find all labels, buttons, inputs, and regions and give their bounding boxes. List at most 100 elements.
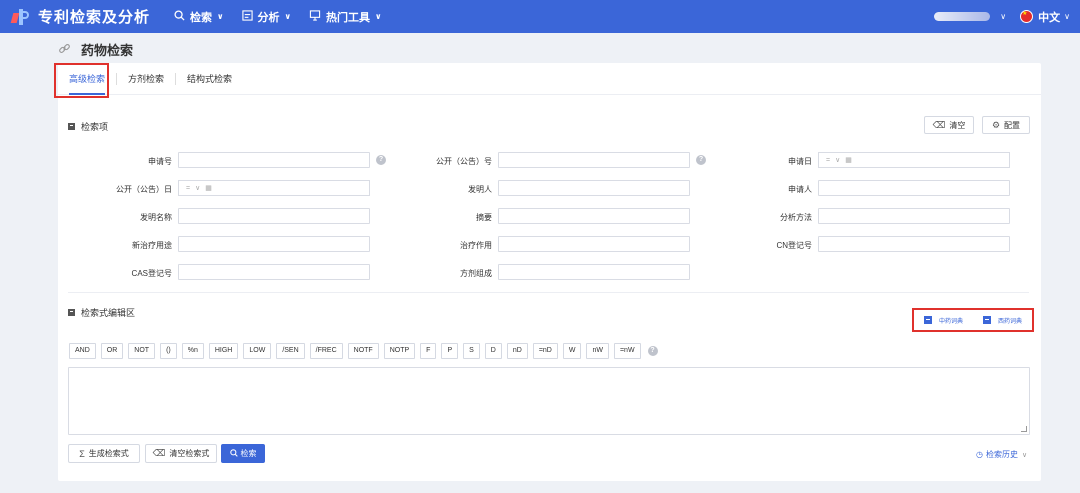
- applicant-input[interactable]: [818, 180, 1010, 196]
- label-formula-composition: 方剂组成: [460, 269, 492, 278]
- chevron-down-icon[interactable]: ∨: [1000, 12, 1006, 21]
- op-percent-n[interactable]: %n: [181, 343, 204, 359]
- op-low[interactable]: LOW: [243, 343, 272, 359]
- section-divider: [68, 292, 1029, 293]
- monitor-icon: [309, 9, 321, 24]
- tab-bar: 高级检索 方剂检索 结构式检索: [54, 63, 1041, 98]
- application-date-picker[interactable]: = ∨ ▦: [818, 152, 1010, 168]
- calendar-icon: ▦: [845, 157, 852, 164]
- search-button[interactable]: 检索: [221, 444, 265, 463]
- help-icon[interactable]: ?: [647, 346, 658, 356]
- sigma-icon: Σ: [79, 448, 85, 459]
- op-d[interactable]: D: [484, 343, 502, 359]
- op-high[interactable]: HIGH: [208, 343, 239, 359]
- language-selector[interactable]: 中文: [1038, 9, 1060, 25]
- user-avatar[interactable]: [934, 12, 991, 21]
- search-history-link[interactable]: ◷ 检索历史 ∨: [976, 449, 1027, 460]
- op-not[interactable]: NOT: [128, 343, 156, 359]
- generate-expression-label: 生成检索式: [88, 449, 129, 458]
- publication-no-input[interactable]: [498, 152, 690, 168]
- op-p[interactable]: P: [441, 343, 459, 359]
- chart-icon: [241, 9, 253, 24]
- label-publication-no: 公开（公告）号: [436, 157, 492, 166]
- book-icon: [982, 316, 991, 324]
- section-search-fields: 检索项: [68, 120, 108, 133]
- section-icon: [68, 309, 75, 316]
- config-button-label: 配置: [1004, 120, 1021, 130]
- publication-date-picker[interactable]: = ∨ ▦: [178, 180, 370, 196]
- config-button[interactable]: ⚙ 配置: [982, 116, 1030, 134]
- nav-analysis[interactable]: 分析 ∨: [241, 9, 292, 25]
- op-nd[interactable]: nD: [506, 343, 528, 359]
- western-dictionary-link[interactable]: 西药词典: [982, 316, 1022, 325]
- formula-composition-input[interactable]: [498, 264, 690, 280]
- china-flag-icon: [1020, 10, 1034, 23]
- op-eq-nd[interactable]: =nD: [532, 343, 558, 359]
- app-title: 专利检索及分析: [38, 9, 151, 26]
- date-operator: =: [186, 184, 191, 192]
- application-no-input[interactable]: [178, 152, 370, 168]
- clear-button[interactable]: ⌫ 清空: [924, 116, 974, 134]
- op-s[interactable]: S: [463, 343, 480, 359]
- section-title: 检索式编辑区: [81, 308, 136, 318]
- abstract-input[interactable]: [498, 208, 690, 224]
- highlight-box: [54, 63, 109, 98]
- analysis-method-input[interactable]: [818, 208, 1010, 224]
- help-icon[interactable]: ?: [376, 155, 386, 165]
- clock-icon: ◷: [976, 450, 983, 459]
- resize-handle[interactable]: [1021, 426, 1027, 432]
- help-icon[interactable]: ?: [696, 155, 706, 165]
- invention-title-input[interactable]: [178, 208, 370, 224]
- tab-structure-search[interactable]: 结构式检索: [176, 63, 243, 95]
- western-dictionary-label: 西药词典: [997, 318, 1022, 325]
- nav-tools[interactable]: 热门工具 ∨: [309, 9, 382, 25]
- nav-search-label: 检索: [190, 11, 213, 24]
- clear-button-label: 清空: [949, 120, 966, 130]
- operator-toolbar: AND OR NOT () %n HIGH LOW /SEN /FREC NOT…: [69, 343, 658, 359]
- op-frec[interactable]: /FREC: [309, 343, 343, 359]
- label-abstract: 摘要: [476, 213, 492, 222]
- section-title: 检索项: [81, 122, 109, 132]
- generate-expression-button[interactable]: Σ 生成检索式: [68, 444, 140, 463]
- dictionary-links: 中药词典 西药词典: [912, 308, 1034, 332]
- op-notf[interactable]: NOTF: [347, 343, 379, 359]
- op-f[interactable]: F: [420, 343, 437, 359]
- page-header: 药物检索: [58, 40, 133, 59]
- label-therapeutic-effect: 治疗作用: [460, 241, 492, 250]
- page-title: 药物检索: [81, 43, 134, 58]
- new-use-input[interactable]: [178, 236, 370, 252]
- label-inventor: 发明人: [468, 185, 492, 194]
- op-or[interactable]: OR: [100, 343, 124, 359]
- nav-search[interactable]: 检索 ∨: [174, 9, 224, 25]
- inventor-input[interactable]: [498, 180, 690, 196]
- tcm-dictionary-label: 中药词典: [938, 318, 963, 325]
- gear-icon: ⚙: [991, 119, 1001, 130]
- chevron-down-icon: ∨: [195, 185, 201, 192]
- tab-formula-search[interactable]: 方剂检索: [117, 63, 175, 95]
- op-nw[interactable]: nW: [586, 343, 609, 359]
- nav-tools-label: 热门工具: [326, 11, 371, 24]
- op-sen[interactable]: /SEN: [276, 343, 305, 359]
- search-icon: [174, 9, 185, 24]
- chevron-down-icon[interactable]: ∨: [1064, 12, 1070, 21]
- op-w[interactable]: W: [562, 343, 582, 359]
- chevron-down-icon: ∨: [217, 12, 224, 21]
- tcm-dictionary-link[interactable]: 中药词典: [923, 316, 963, 325]
- cas-reg-no-input[interactable]: [178, 264, 370, 280]
- therapeutic-effect-input[interactable]: [498, 236, 690, 252]
- label-applicant: 申请人: [788, 185, 812, 194]
- op-parentheses[interactable]: (): [160, 343, 177, 359]
- op-eq-nw[interactable]: =nW: [613, 343, 641, 359]
- clear-expression-button[interactable]: ⌫ 清空检索式: [145, 444, 217, 463]
- op-and[interactable]: AND: [69, 343, 96, 359]
- op-notp[interactable]: NOTP: [383, 343, 416, 359]
- chevron-down-icon: ∨: [835, 157, 841, 164]
- link-icon: [58, 42, 71, 58]
- label-new-use: 新治疗用途: [132, 241, 172, 250]
- cn-reg-no-input[interactable]: [818, 236, 1010, 252]
- logo-icon: [10, 8, 30, 26]
- chevron-down-icon: ∨: [284, 12, 292, 21]
- section-expression-editor: 检索式编辑区: [68, 306, 135, 319]
- clear-expression-label: 清空检索式: [169, 449, 210, 458]
- expression-editor-textarea[interactable]: [68, 367, 1030, 435]
